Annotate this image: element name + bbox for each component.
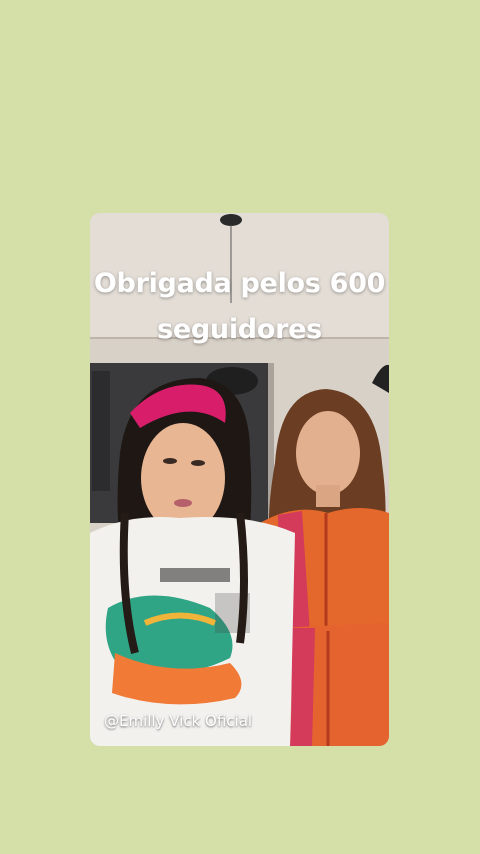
story-caption: Obrigada pelos 600 seguidores: [90, 261, 389, 353]
story-card[interactable]: Obrigada pelos 600 seguidores @Emilly Vi…: [90, 213, 389, 746]
caption-line-2: seguidores: [157, 314, 322, 345]
caption-line-1: Obrigada pelos 600: [93, 268, 386, 299]
creator-watermark: @Emilly Vick Oficial: [104, 712, 253, 730]
person-right-face: [296, 411, 360, 495]
ceiling-light: [220, 214, 242, 226]
person-left-face: [141, 423, 225, 533]
